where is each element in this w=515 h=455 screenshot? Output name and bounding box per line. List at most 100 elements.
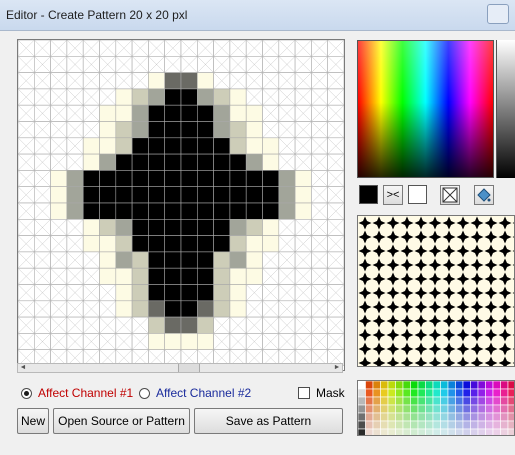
palette-swatch[interactable]: [470, 420, 479, 430]
palette-swatch[interactable]: [507, 388, 515, 398]
pixel-cell[interactable]: [82, 137, 100, 155]
pixel-cell[interactable]: [180, 121, 198, 139]
palette-swatch[interactable]: [507, 381, 515, 390]
palette-swatch[interactable]: [432, 388, 441, 398]
pixel-cell[interactable]: [197, 316, 214, 334]
palette-swatch[interactable]: [402, 381, 411, 390]
pixel-cell[interactable]: [213, 235, 231, 253]
pixel-cell[interactable]: [66, 202, 84, 220]
palette-swatch[interactable]: [380, 381, 389, 390]
palette-swatch[interactable]: [432, 404, 441, 414]
pixel-cell[interactable]: [197, 72, 214, 90]
palette-swatch[interactable]: [432, 396, 441, 406]
palette-swatch[interactable]: [440, 420, 449, 430]
pixel-cell[interactable]: [99, 251, 117, 269]
pixel-cell[interactable]: [148, 72, 165, 90]
palette-swatch[interactable]: [462, 388, 471, 398]
palette-swatch[interactable]: [402, 420, 411, 430]
pixel-cell[interactable]: [82, 202, 100, 220]
palette-swatch[interactable]: [410, 404, 419, 414]
pixel-cell[interactable]: [180, 88, 198, 106]
palette-swatch[interactable]: [387, 428, 396, 436]
palette-swatch[interactable]: [387, 388, 396, 398]
pixel-cell[interactable]: [180, 235, 198, 253]
palette-swatch[interactable]: [365, 396, 374, 406]
pixel-cell[interactable]: [148, 267, 165, 285]
scroll-right-arrow-icon[interactable]: ►: [332, 364, 342, 372]
pixel-cell[interactable]: [229, 235, 247, 253]
palette-swatch[interactable]: [440, 396, 449, 406]
fill-bucket-button[interactable]: [474, 185, 494, 205]
pixel-cell[interactable]: [131, 284, 149, 302]
palette-swatch[interactable]: [358, 381, 366, 390]
pixel-cell[interactable]: [197, 267, 214, 285]
palette-swatch[interactable]: [500, 388, 509, 398]
pixel-cell[interactable]: [229, 300, 247, 318]
pixel-cell[interactable]: [99, 104, 117, 122]
pixel-cell[interactable]: [99, 235, 117, 253]
palette-swatch[interactable]: [365, 420, 374, 430]
pixel-cell[interactable]: [115, 202, 133, 220]
palette-swatch[interactable]: [462, 412, 471, 422]
pixel-cell[interactable]: [164, 88, 182, 106]
pixel-cell[interactable]: [131, 300, 149, 318]
palette-swatch[interactable]: [462, 404, 471, 414]
pixel-cell[interactable]: [229, 251, 247, 269]
pixel-cell[interactable]: [262, 137, 280, 155]
palette-swatch[interactable]: [455, 381, 464, 390]
pixel-cell[interactable]: [164, 284, 182, 302]
palette-swatch[interactable]: [447, 396, 456, 406]
pixel-cell[interactable]: [245, 186, 263, 204]
new-button[interactable]: New: [17, 408, 49, 434]
channel-2-radio[interactable]: [139, 387, 150, 399]
palette-swatch[interactable]: [440, 381, 449, 390]
pixel-cell[interactable]: [229, 202, 247, 220]
palette-swatch[interactable]: [365, 404, 374, 414]
save-pattern-button[interactable]: Save as Pattern: [194, 408, 343, 434]
pixel-cell[interactable]: [245, 235, 263, 253]
palette-swatch[interactable]: [455, 388, 464, 398]
palette-swatch[interactable]: [372, 404, 381, 414]
pixel-cell[interactable]: [180, 137, 198, 155]
palette-swatch[interactable]: [492, 396, 501, 406]
palette-swatch[interactable]: [477, 420, 486, 430]
palette-swatch[interactable]: [470, 388, 479, 398]
pixel-cell[interactable]: [115, 284, 133, 302]
pixel-cell[interactable]: [99, 121, 117, 139]
pixel-cell[interactable]: [99, 219, 117, 236]
palette-swatch[interactable]: [470, 428, 479, 436]
pixel-cell[interactable]: [115, 251, 133, 269]
pixel-cell[interactable]: [229, 137, 247, 155]
palette-swatch[interactable]: [500, 381, 509, 390]
palette-swatch[interactable]: [492, 428, 501, 436]
pixel-cell[interactable]: [115, 104, 133, 122]
color-spectrum-picker[interactable]: [357, 40, 494, 178]
pixel-cell[interactable]: [213, 219, 231, 236]
palette-swatch[interactable]: [365, 381, 374, 390]
pixel-cell[interactable]: [148, 316, 165, 334]
pixel-cell[interactable]: [229, 219, 247, 236]
pixel-cell[interactable]: [229, 88, 247, 106]
pixel-cell[interactable]: [197, 251, 214, 269]
palette-swatch[interactable]: [500, 428, 509, 436]
pixel-cell[interactable]: [164, 251, 182, 269]
palette-swatch[interactable]: [395, 404, 404, 414]
palette-swatch[interactable]: [477, 412, 486, 422]
palette-swatch[interactable]: [485, 388, 494, 398]
pixel-cell[interactable]: [82, 235, 100, 253]
palette-swatch[interactable]: [410, 381, 419, 390]
palette-swatch[interactable]: [402, 428, 411, 436]
palette-swatch[interactable]: [432, 420, 441, 430]
pixel-cell[interactable]: [245, 219, 263, 236]
pixel-cell[interactable]: [213, 251, 231, 269]
palette-swatch[interactable]: [380, 396, 389, 406]
palette-swatch[interactable]: [425, 404, 434, 414]
pixel-cell[interactable]: [197, 333, 214, 350]
pixel-cell[interactable]: [82, 219, 100, 236]
palette-swatch[interactable]: [470, 404, 479, 414]
pixel-cell[interactable]: [197, 300, 214, 318]
palette-swatch[interactable]: [402, 412, 411, 422]
pixel-cell[interactable]: [66, 170, 84, 187]
palette-swatch[interactable]: [380, 388, 389, 398]
pixel-cell[interactable]: [66, 186, 84, 204]
